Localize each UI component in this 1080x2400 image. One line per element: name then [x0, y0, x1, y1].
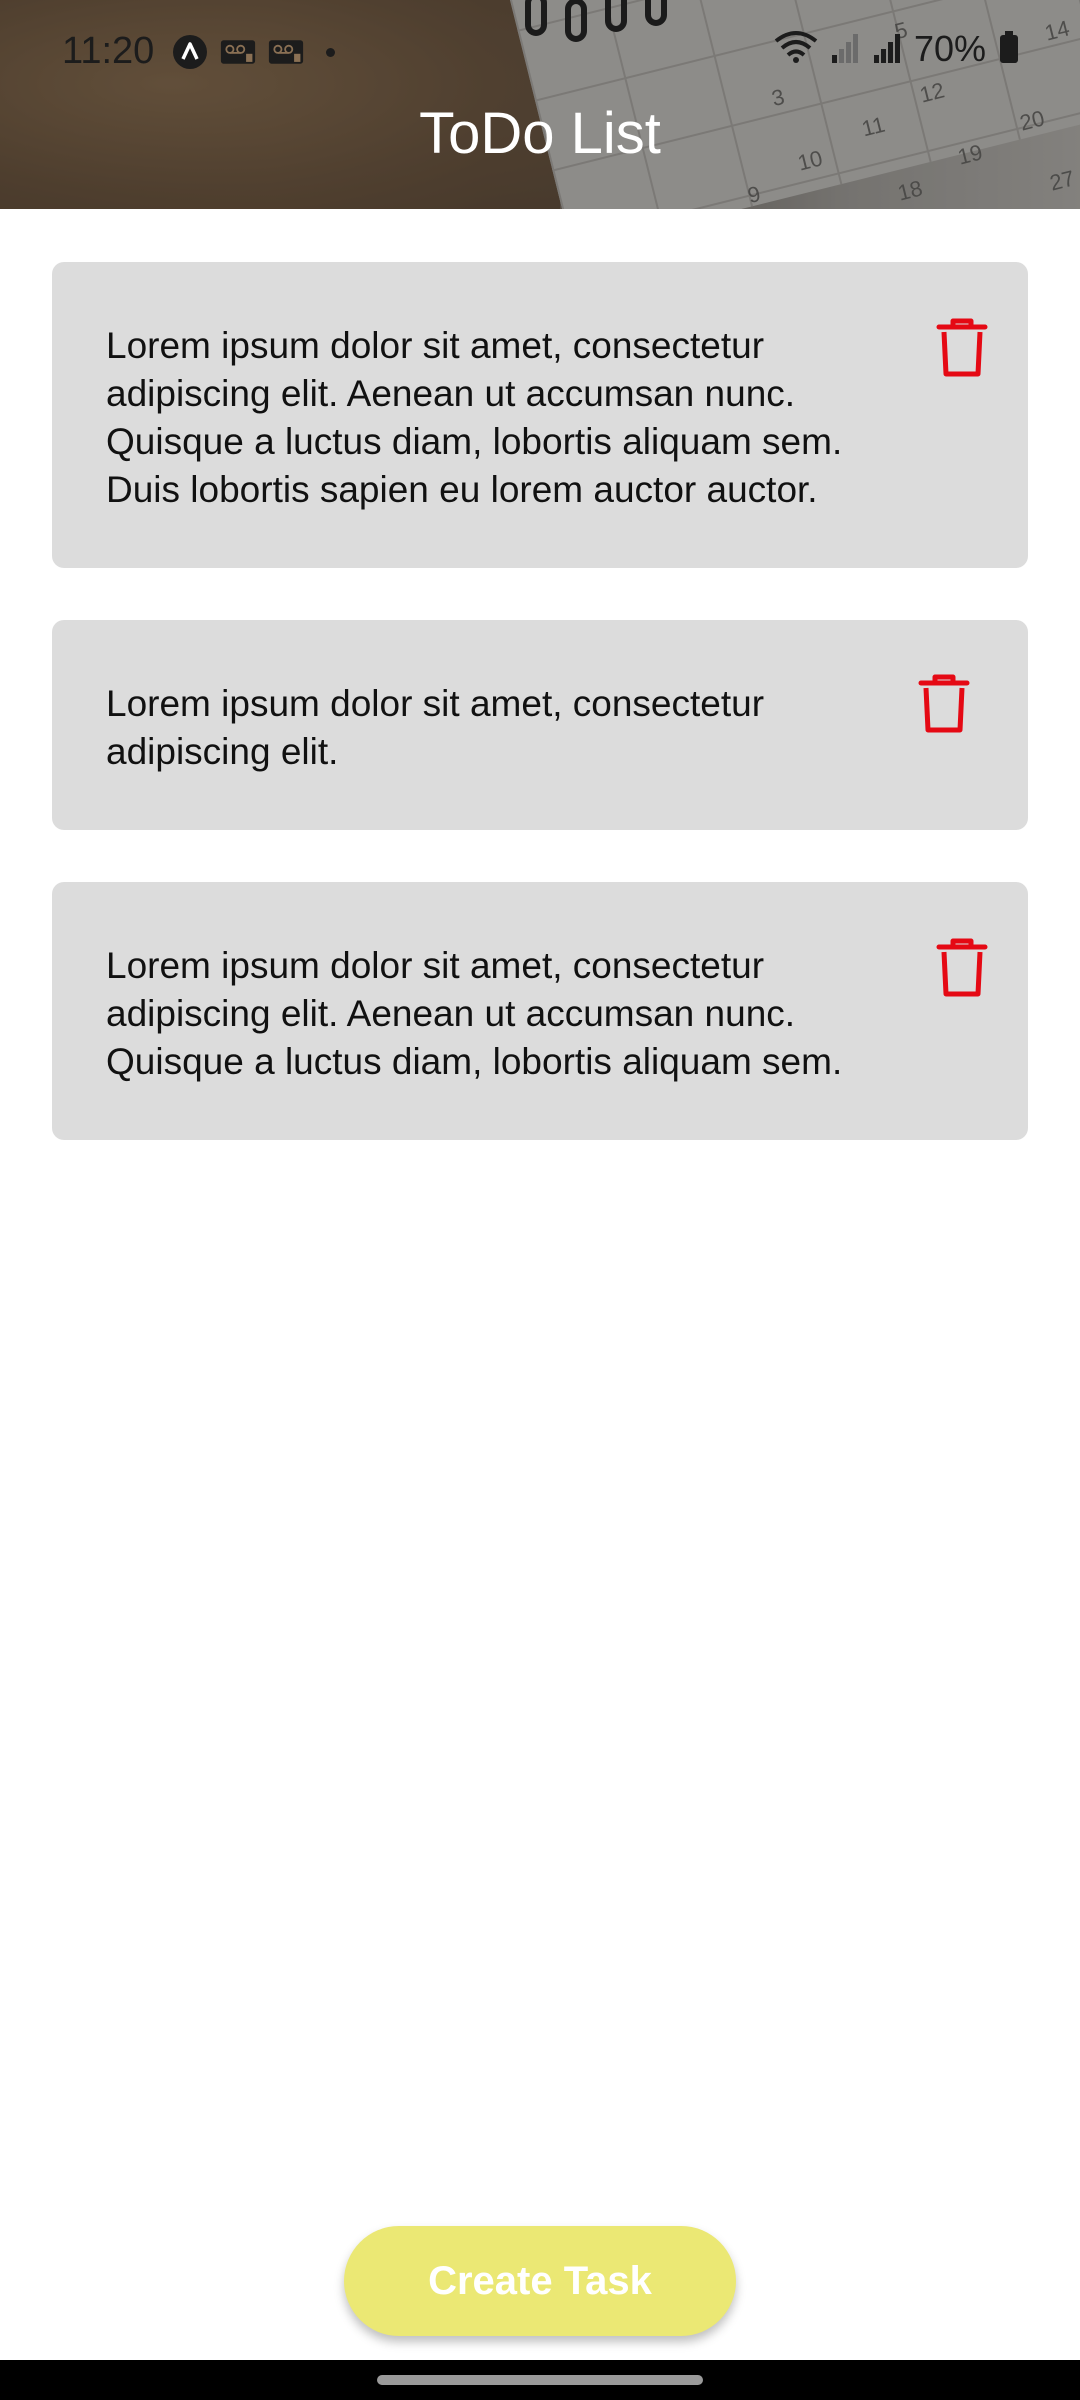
status-time: 11:20 [62, 30, 155, 72]
battery-percentage: 70% [913, 28, 986, 69]
battery-icon [998, 29, 1020, 70]
task-list: Lorem ipsum dolor sit amet, consectetur … [52, 262, 1028, 1192]
notification-dot [326, 47, 335, 57]
task-text: Lorem ipsum dolor sit amet, consectetur … [106, 945, 843, 1082]
navigation-icon [172, 34, 208, 70]
task-card[interactable]: Lorem ipsum dolor sit amet, consectetur … [52, 620, 1028, 830]
signal-icon [872, 29, 902, 70]
trash-icon [918, 674, 970, 733]
home-gesture-handle[interactable] [377, 2375, 703, 2385]
status-bar: 11:20 70% [0, 0, 1080, 104]
create-task-button[interactable]: Create Task [344, 2226, 736, 2336]
delete-task-button[interactable] [934, 936, 990, 1000]
status-notification-icons [172, 34, 335, 70]
signal-weak-icon [830, 29, 860, 70]
trash-icon [936, 318, 988, 377]
task-card[interactable]: Lorem ipsum dolor sit amet, consectetur … [52, 882, 1028, 1140]
delete-task-button[interactable] [916, 672, 972, 736]
navigation-bar [0, 2360, 1080, 2400]
task-card[interactable]: Lorem ipsum dolor sit amet, consectetur … [52, 262, 1028, 568]
voicemail-2-icon [268, 34, 304, 70]
trash-icon [936, 938, 988, 997]
voicemail-1-icon [220, 34, 256, 70]
status-system-icons: 70% [774, 28, 1020, 70]
page-title: ToDo List [419, 101, 661, 166]
delete-task-button[interactable] [934, 316, 990, 380]
task-text: Lorem ipsum dolor sit amet, consectetur … [106, 683, 765, 772]
wifi-icon [774, 29, 818, 70]
task-text: Lorem ipsum dolor sit amet, consectetur … [106, 325, 843, 510]
